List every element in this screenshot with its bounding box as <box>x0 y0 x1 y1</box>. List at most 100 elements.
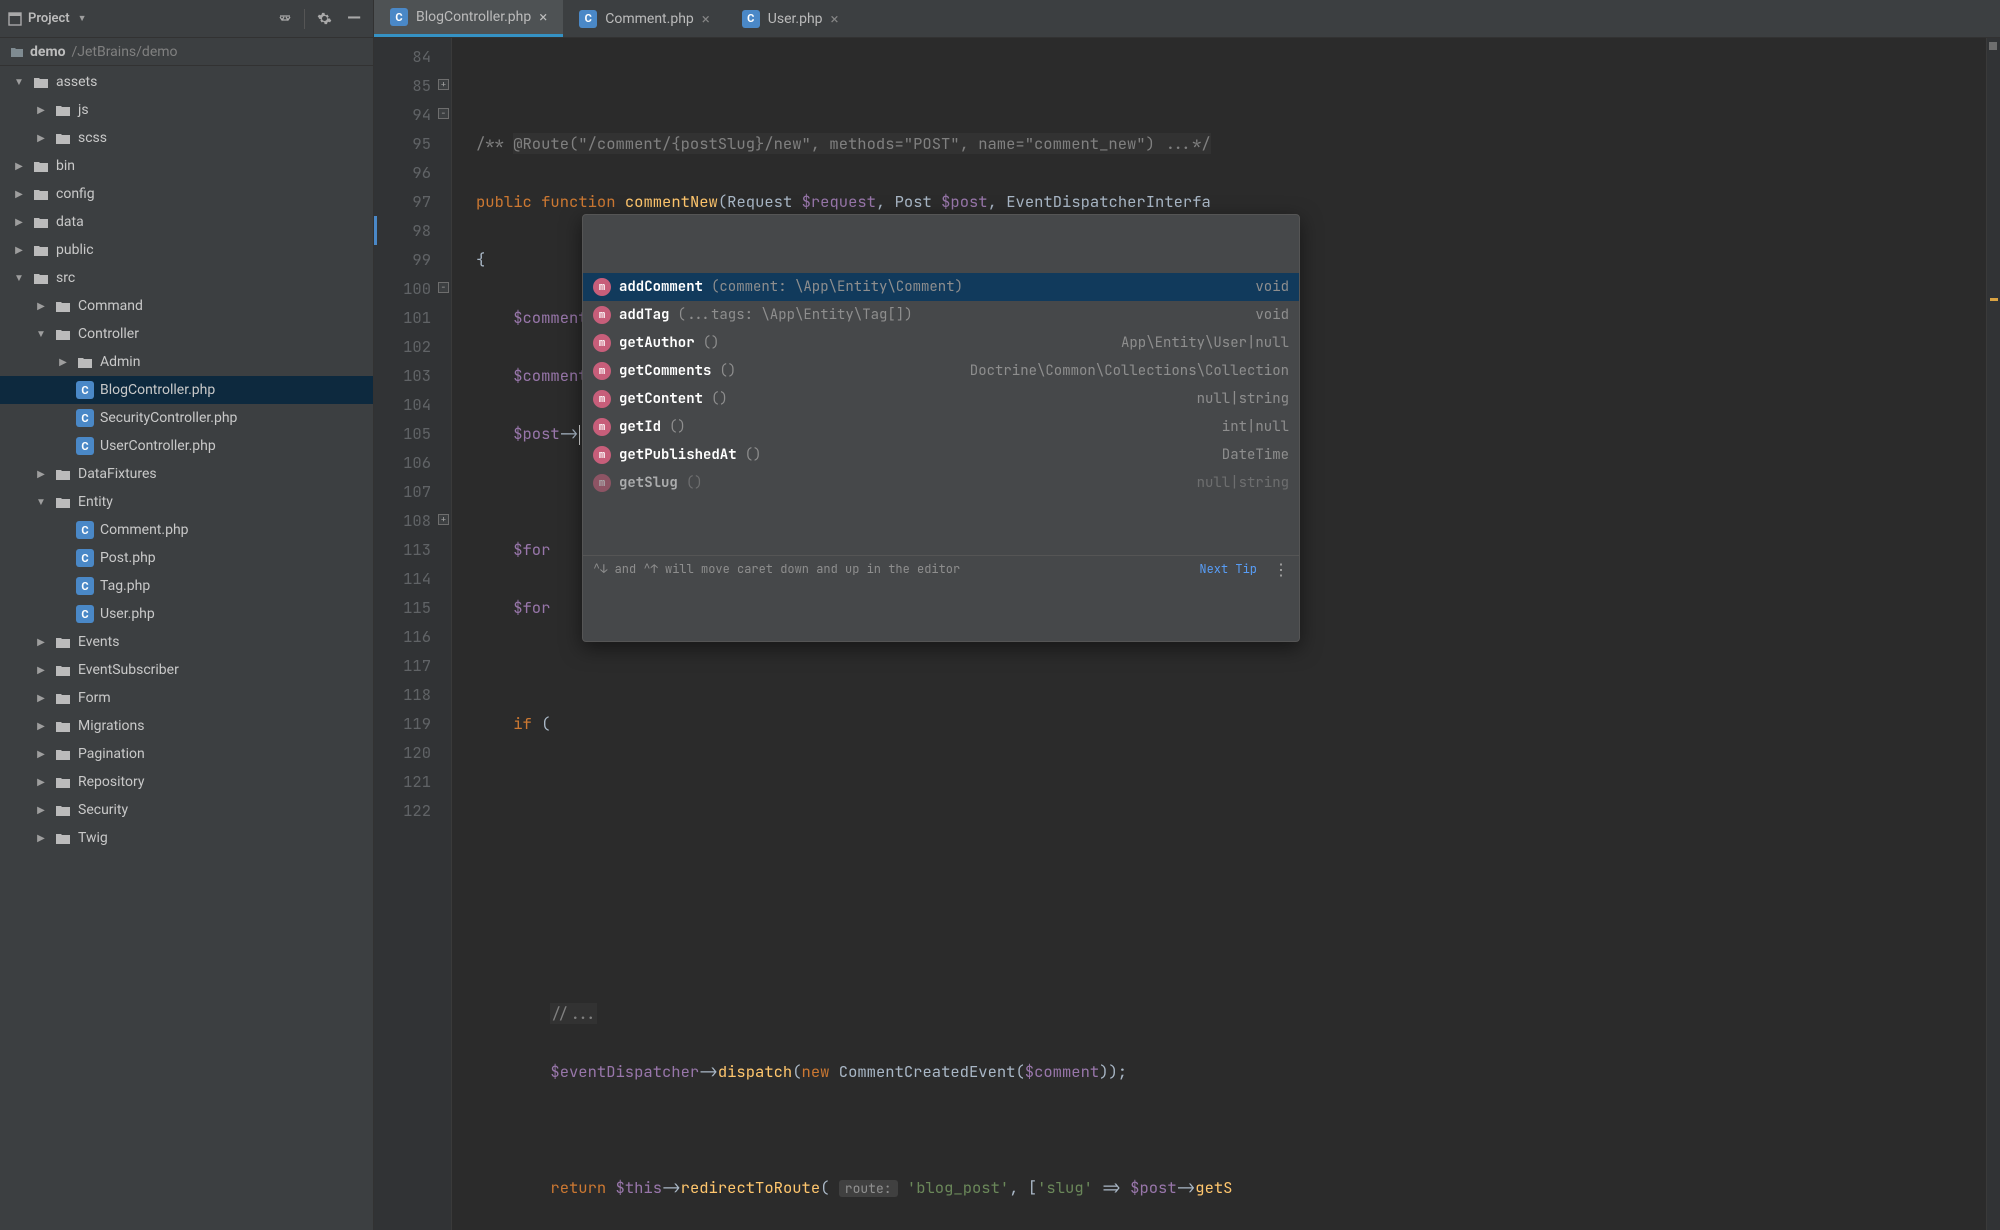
line-number[interactable]: 97 <box>374 187 451 216</box>
line-number[interactable]: 119 <box>374 709 451 738</box>
line-number[interactable]: 98 <box>374 216 451 245</box>
line-number[interactable]: 108+ <box>374 506 451 535</box>
tree-item-twig[interactable]: ▶Twig <box>0 824 373 852</box>
chevron-right-icon[interactable]: ▶ <box>34 105 48 116</box>
next-tip-link[interactable]: Next Tip <box>1199 555 1257 584</box>
warning-marker[interactable] <box>1990 298 1998 301</box>
hide-icon[interactable]: — <box>343 8 365 30</box>
tree-item-form[interactable]: ▶Form <box>0 684 373 712</box>
chevron-right-icon[interactable]: ▶ <box>12 245 26 256</box>
line-number[interactable]: 107 <box>374 477 451 506</box>
chevron-right-icon[interactable]: ▶ <box>12 189 26 200</box>
chevron-down-icon[interactable]: ▼ <box>34 497 48 508</box>
line-number[interactable]: 106 <box>374 448 451 477</box>
line-gutter[interactable]: 8485+94−9596979899100−101102103104105106… <box>374 38 452 1230</box>
close-icon[interactable]: × <box>831 10 839 28</box>
tree-item-assets[interactable]: ▼assets <box>0 68 373 96</box>
line-number[interactable]: 113 <box>374 535 451 564</box>
chevron-right-icon[interactable]: ▶ <box>34 637 48 648</box>
line-number[interactable]: 120 <box>374 738 451 767</box>
code-completion-popup[interactable]: maddComment(comment: \App\Entity\Comment… <box>582 214 1300 642</box>
editor-tab-blogcontroller-php[interactable]: CBlogController.php× <box>374 0 563 37</box>
project-tree[interactable]: ▼assets▶js▶scss▶bin▶config▶data▶public▼s… <box>0 66 373 1230</box>
tree-item-tag-php[interactable]: •CTag.php <box>0 572 373 600</box>
chevron-right-icon[interactable]: ▶ <box>56 357 70 368</box>
chevron-right-icon[interactable]: ▶ <box>34 665 48 676</box>
tree-item-src[interactable]: ▼src <box>0 264 373 292</box>
chevron-down-icon[interactable]: ▼ <box>12 77 26 88</box>
completion-item-getAuthor[interactable]: mgetAuthor()App\Entity\User|null <box>583 329 1299 357</box>
chevron-right-icon[interactable]: ▶ <box>34 721 48 732</box>
line-number[interactable]: 121 <box>374 767 451 796</box>
tree-item-comment-php[interactable]: •CComment.php <box>0 516 373 544</box>
fold-toggle-icon[interactable]: − <box>438 282 449 293</box>
collapse-all-icon[interactable] <box>274 8 296 30</box>
line-number[interactable]: 114 <box>374 564 451 593</box>
line-number[interactable]: 116 <box>374 622 451 651</box>
line-number[interactable]: 103 <box>374 361 451 390</box>
chevron-right-icon[interactable]: ▶ <box>34 833 48 844</box>
close-icon[interactable]: × <box>702 10 710 28</box>
tree-item-eventsubscriber[interactable]: ▶EventSubscriber <box>0 656 373 684</box>
chevron-right-icon[interactable]: ▶ <box>34 777 48 788</box>
code-editor[interactable]: 8485+94−9596979899100−101102103104105106… <box>374 38 2000 1230</box>
chevron-right-icon[interactable]: ▶ <box>34 469 48 480</box>
tree-item-data[interactable]: ▶data <box>0 208 373 236</box>
error-stripe[interactable] <box>1986 38 2000 1230</box>
chevron-right-icon[interactable]: ▶ <box>34 133 48 144</box>
line-number[interactable]: 96 <box>374 158 451 187</box>
tree-item-usercontroller-php[interactable]: •CUserController.php <box>0 432 373 460</box>
completion-item-getId[interactable]: mgetId()int|null <box>583 413 1299 441</box>
tree-item-post-php[interactable]: •CPost.php <box>0 544 373 572</box>
tree-item-bin[interactable]: ▶bin <box>0 152 373 180</box>
chevron-right-icon[interactable]: ▶ <box>12 161 26 172</box>
tree-item-pagination[interactable]: ▶Pagination <box>0 740 373 768</box>
chevron-right-icon[interactable]: ▶ <box>34 693 48 704</box>
line-number[interactable]: 85+ <box>374 71 451 100</box>
breadcrumb[interactable]: demo /JetBrains/demo <box>0 38 373 66</box>
completion-item-getSlug[interactable]: mgetSlug()null|string <box>583 469 1299 497</box>
line-number[interactable]: 118 <box>374 680 451 709</box>
completion-item-addComment[interactable]: maddComment(comment: \App\Entity\Comment… <box>583 273 1299 301</box>
completion-item-getPublishedAt[interactable]: mgetPublishedAt()DateTime <box>583 441 1299 469</box>
line-number[interactable]: 104 <box>374 390 451 419</box>
more-icon[interactable]: ⋮ <box>1273 555 1289 584</box>
tree-item-entity[interactable]: ▼Entity <box>0 488 373 516</box>
tree-item-public[interactable]: ▶public <box>0 236 373 264</box>
line-number[interactable]: 117 <box>374 651 451 680</box>
close-icon[interactable]: × <box>539 8 547 26</box>
tree-item-events[interactable]: ▶Events <box>0 628 373 656</box>
tree-item-datafixtures[interactable]: ▶DataFixtures <box>0 460 373 488</box>
line-number[interactable]: 99 <box>374 245 451 274</box>
code-content[interactable]: /** @Route("/comment/{postSlug}/new", me… <box>452 38 1986 1230</box>
settings-icon[interactable] <box>313 8 335 30</box>
line-number[interactable]: 115 <box>374 593 451 622</box>
tree-item-config[interactable]: ▶config <box>0 180 373 208</box>
analysis-status-icon[interactable] <box>1989 42 1997 50</box>
fold-toggle-icon[interactable]: + <box>438 79 449 90</box>
editor-tab-user-php[interactable]: CUser.php× <box>726 0 855 37</box>
chevron-down-icon[interactable]: ▼ <box>12 273 26 284</box>
fold-toggle-icon[interactable]: − <box>438 108 449 119</box>
tree-item-securitycontroller-php[interactable]: •CSecurityController.php <box>0 404 373 432</box>
tree-item-controller[interactable]: ▼Controller <box>0 320 373 348</box>
line-number[interactable]: 105 <box>374 419 451 448</box>
tree-item-scss[interactable]: ▶scss <box>0 124 373 152</box>
chevron-right-icon[interactable]: ▶ <box>12 217 26 228</box>
tree-item-blogcontroller-php[interactable]: •CBlogController.php <box>0 376 373 404</box>
tree-item-command[interactable]: ▶Command <box>0 292 373 320</box>
completion-item-getContent[interactable]: mgetContent()null|string <box>583 385 1299 413</box>
chevron-right-icon[interactable]: ▶ <box>34 749 48 760</box>
line-number[interactable]: 95 <box>374 129 451 158</box>
line-number[interactable]: 102 <box>374 332 451 361</box>
line-number[interactable]: 122 <box>374 796 451 825</box>
tool-window-title[interactable]: Project ▼ <box>8 11 87 26</box>
line-number[interactable]: 101 <box>374 303 451 332</box>
tree-item-migrations[interactable]: ▶Migrations <box>0 712 373 740</box>
completion-item-addTag[interactable]: maddTag(...tags: \App\Entity\Tag[])void <box>583 301 1299 329</box>
chevron-right-icon[interactable]: ▶ <box>34 301 48 312</box>
tree-item-js[interactable]: ▶js <box>0 96 373 124</box>
tree-item-repository[interactable]: ▶Repository <box>0 768 373 796</box>
line-number[interactable]: 100− <box>374 274 451 303</box>
line-number[interactable]: 84 <box>374 42 451 71</box>
